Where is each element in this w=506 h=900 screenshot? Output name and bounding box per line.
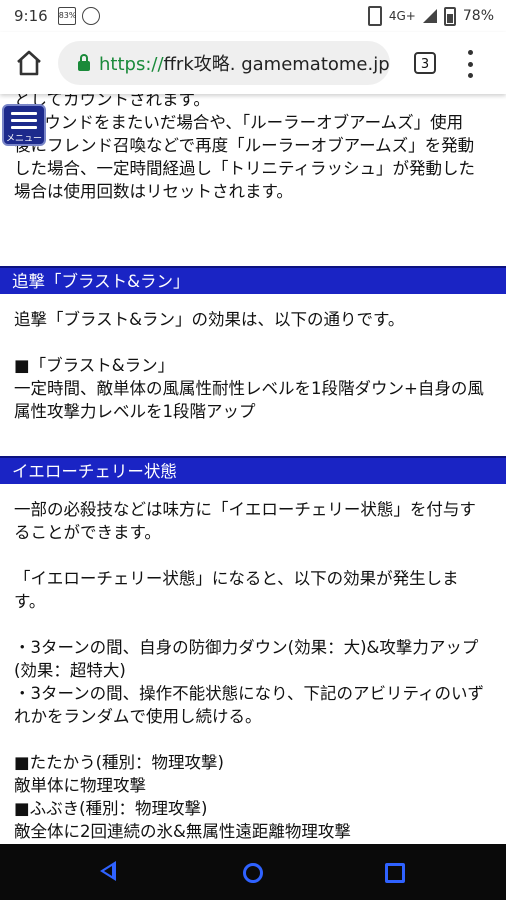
text-line: としてカウントされます。 xyxy=(14,94,210,109)
paragraph-blast-run: 追撃「ブラスト&ラン」の効果は、以下の通りです。 ■「ブラスト&ラン」 一定時間… xyxy=(14,308,494,423)
hamburger-icon xyxy=(11,112,37,133)
paragraph-intro: としてカウントされます。 ※ラウンドをまたいだ場合や、「ルーラーオブアームズ」使… xyxy=(14,94,494,203)
text-line: ・3ターンの間、操作不能状態になり、下記のアビリティのいず xyxy=(14,684,485,703)
status-bar: 9:16 83% 4G+ 78% xyxy=(0,0,506,32)
menu-button-label: メニュー xyxy=(5,134,42,144)
network-type: 4G+ xyxy=(388,9,416,23)
battery-icon xyxy=(443,6,456,26)
more-options-icon[interactable] xyxy=(466,50,474,78)
browser-toolbar: https://ffrk攻略. gamematome.jp 3 xyxy=(0,32,506,94)
text-line: ■「ブラスト&ラン」 xyxy=(14,356,175,375)
url-bar[interactable]: https://ffrk攻略. gamematome.jp xyxy=(58,41,390,85)
tab-switcher-button[interactable]: 3 xyxy=(414,52,436,74)
article-content: としてカウントされます。 ※ラウンドをまたいだ場合や、「ルーラーオブアームズ」使… xyxy=(0,94,506,844)
app-notification-icon xyxy=(81,7,100,25)
status-time: 9:16 xyxy=(14,7,48,25)
text-line: 「イエローチェリー状態」になると、以下の効果が発生しま xyxy=(14,569,459,588)
signal-icon xyxy=(422,9,437,23)
text-line: 一定時間、敵単体の風属性耐性レベルを1段階ダウン+自身の風 xyxy=(14,379,484,398)
battery-level: 78% xyxy=(462,8,494,24)
recent-apps-icon[interactable] xyxy=(385,863,405,883)
back-icon[interactable] xyxy=(100,861,116,881)
url-scheme: https:// xyxy=(99,54,164,75)
text-line: 一部の必殺技などは味方に「イエローチェリー状態」を付与す xyxy=(14,500,476,519)
text-line: 属性攻撃力レベルを1段階アップ xyxy=(14,402,256,421)
url-text: https://ffrk攻略. gamematome.jp xyxy=(99,50,390,76)
text-line: ■ふぶき(種別：物理攻撃) xyxy=(14,799,208,818)
vibrate-icon xyxy=(367,6,382,26)
text-line xyxy=(14,613,494,636)
section-heading-yellow-cherry: イエローチェリー状態 xyxy=(0,456,506,484)
text-line: 追撃「ブラスト&ラン」の効果は、以下の通りです。 xyxy=(14,310,405,329)
text-line xyxy=(14,728,494,751)
menu-button[interactable]: メニュー xyxy=(2,104,46,146)
notification-badge-icon: 83% xyxy=(57,7,76,25)
text-line: 敵単体に物理攻撃 xyxy=(14,776,146,795)
text-line: ることができます。 xyxy=(14,523,161,542)
text-line xyxy=(14,331,494,354)
text-line: した場合、一定時間経過し「トリニティラッシュ」が発動した xyxy=(14,159,476,178)
home-circle-icon[interactable] xyxy=(243,863,263,883)
url-host: ffrk攻略. gamematome.jp xyxy=(163,54,390,75)
section-heading-blast-run: 追撃「ブラスト&ラン」 xyxy=(0,266,506,294)
text-line: ※ラウンドをまたいだ場合や、「ルーラーオブアームズ」使用 xyxy=(14,113,464,132)
text-line: (効果：超特大) xyxy=(14,661,126,680)
paragraph-yellow-cherry: 一部の必殺技などは味方に「イエローチェリー状態」を付与す ることができます。 「… xyxy=(14,498,494,843)
text-line: れかをランダムで使用し続ける。 xyxy=(14,707,262,726)
text-line xyxy=(14,544,494,567)
text-line: 場合は使用回数はリセットされます。 xyxy=(14,182,293,201)
text-line: ■たたかう(種別：物理攻撃) xyxy=(14,753,224,772)
lock-icon xyxy=(78,53,90,71)
text-line: 後にフレンド召喚などで再度「ルーラーオブアームズ」を発動 xyxy=(14,136,475,155)
system-navigation-bar xyxy=(0,844,506,900)
text-line: す。 xyxy=(14,592,46,611)
text-line: ・3ターンの間、自身の防御力ダウン(効果：大)&攻撃力アップ xyxy=(14,638,479,657)
text-line: 敵全体に2回連続の氷&無属性遠距離物理攻撃 xyxy=(14,822,351,841)
home-icon[interactable] xyxy=(14,48,44,78)
